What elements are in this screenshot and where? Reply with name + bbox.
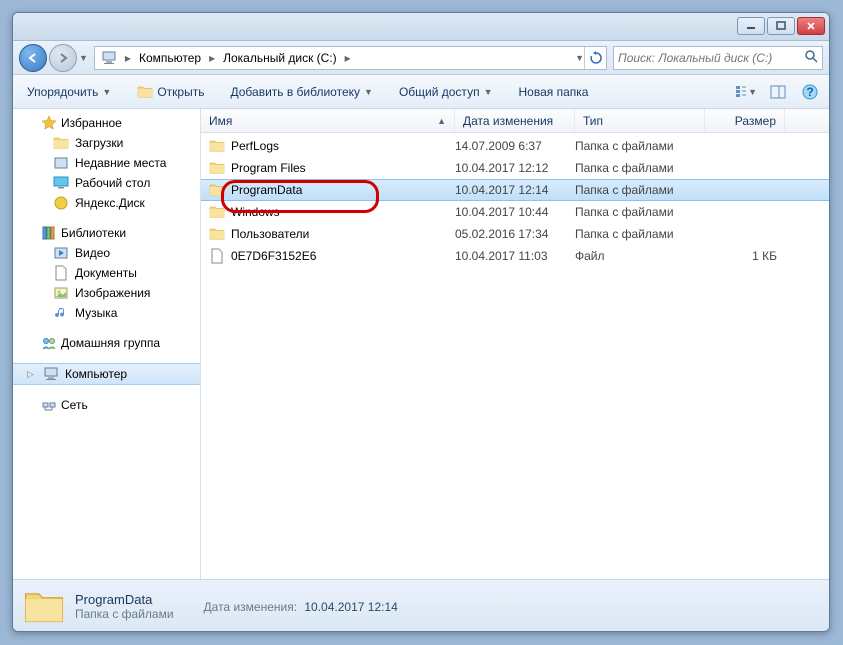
file-name: PerfLogs xyxy=(231,139,279,153)
file-date: 10.04.2017 12:14 xyxy=(455,183,575,197)
view-options-button[interactable]: ▼ xyxy=(735,81,757,103)
file-type: Папка с файлами xyxy=(575,139,705,153)
folder-icon xyxy=(209,226,225,242)
file-date: 14.07.2009 6:37 xyxy=(455,139,575,153)
sidebar-item-documents[interactable]: Документы xyxy=(13,263,200,283)
file-row[interactable]: Пользователи 05.02.2016 17:34Папка с файл… xyxy=(201,223,829,245)
titlebar xyxy=(13,13,829,41)
minimize-button[interactable] xyxy=(737,17,765,35)
search-input[interactable] xyxy=(618,51,804,65)
file-row[interactable]: 0E7D6F3152E6 10.04.2017 11:03Файл1 КБ xyxy=(201,245,829,267)
file-size: 1 КБ xyxy=(705,249,785,263)
folder-icon xyxy=(209,160,225,176)
share-button[interactable]: Общий доступ ▼ xyxy=(393,82,499,102)
breadcrumb-root-icon[interactable] xyxy=(95,47,123,69)
sidebar-item-downloads[interactable]: Загрузки xyxy=(13,133,200,153)
file-name: Windows xyxy=(231,205,280,219)
sidebar-item-video[interactable]: Видео xyxy=(13,243,200,263)
sidebar-item-recent[interactable]: Недавние места xyxy=(13,153,200,173)
refresh-button[interactable] xyxy=(584,47,606,69)
column-header-type[interactable]: Тип xyxy=(575,109,705,132)
details-date-value: 10.04.2017 12:14 xyxy=(304,600,397,614)
search-box[interactable] xyxy=(613,46,823,70)
details-pane: ProgramData Папка с файлами Дата изменен… xyxy=(13,579,829,632)
file-name: Пользователи xyxy=(231,227,309,241)
open-button[interactable]: Открыть xyxy=(131,81,210,103)
add-to-library-button[interactable]: Добавить в библиотеку ▼ xyxy=(224,82,378,102)
file-type: Файл xyxy=(575,249,705,263)
close-button[interactable] xyxy=(797,17,825,35)
column-header-name[interactable]: Имя▲ xyxy=(201,109,455,132)
sidebar: Избранное Загрузки Недавние места Рабочи… xyxy=(13,109,201,579)
new-folder-button[interactable]: Новая папка xyxy=(512,82,594,102)
chevron-right-icon: ▸ xyxy=(343,51,353,65)
file-date: 05.02.2016 17:34 xyxy=(455,227,575,241)
nav-history-dropdown[interactable]: ▼ xyxy=(79,53,88,63)
column-header-row: Имя▲ Дата изменения Тип Размер xyxy=(201,109,829,133)
forward-button[interactable] xyxy=(49,44,77,72)
folder-icon xyxy=(23,586,65,628)
file-icon xyxy=(209,248,225,264)
folder-icon xyxy=(209,204,225,220)
details-date-label: Дата изменения: xyxy=(204,600,298,614)
sidebar-favorites-header[interactable]: Избранное xyxy=(13,113,200,133)
details-name: ProgramData xyxy=(75,592,174,607)
sidebar-item-desktop[interactable]: Рабочий стол xyxy=(13,173,200,193)
breadcrumb-dropdown[interactable]: ▼ xyxy=(575,53,584,63)
search-icon xyxy=(804,49,818,66)
folder-icon xyxy=(209,182,225,198)
file-row[interactable]: PerfLogs 14.07.2009 6:37Папка с файлами xyxy=(201,135,829,157)
breadcrumb[interactable]: ▸ Компьютер ▸ Локальный диск (C:) ▸ ▼ xyxy=(94,46,607,70)
file-type: Папка с файлами xyxy=(575,183,705,197)
file-type: Папка с файлами xyxy=(575,161,705,175)
file-type: Папка с файлами xyxy=(575,227,705,241)
file-type: Папка с файлами xyxy=(575,205,705,219)
file-date: 10.04.2017 10:44 xyxy=(455,205,575,219)
help-button[interactable]: ? xyxy=(799,81,821,103)
folder-icon xyxy=(209,138,225,154)
sidebar-homegroup-header[interactable]: Домашняя группа xyxy=(13,333,200,353)
file-date: 10.04.2017 12:12 xyxy=(455,161,575,175)
details-type: Папка с файлами xyxy=(75,607,174,621)
back-button[interactable] xyxy=(19,44,47,72)
sidebar-item-music[interactable]: Музыка xyxy=(13,303,200,323)
sidebar-item-yandex[interactable]: Яндекс.Диск xyxy=(13,193,200,213)
file-row[interactable]: Windows 10.04.2017 10:44Папка с файлами xyxy=(201,201,829,223)
column-header-date[interactable]: Дата изменения xyxy=(455,109,575,132)
organize-button[interactable]: Упорядочить ▼ xyxy=(21,82,117,102)
chevron-right-icon: ▸ xyxy=(207,51,217,65)
svg-text:?: ? xyxy=(806,85,813,99)
file-name: ProgramData xyxy=(231,183,302,197)
explorer-window: ▼ ▸ Компьютер ▸ Локальный диск (C:) ▸ ▼ … xyxy=(12,12,830,632)
file-list[interactable]: PerfLogs14.07.2009 6:37Папка с файламиPr… xyxy=(201,133,829,579)
file-row[interactable]: ProgramData 10.04.2017 12:14Папка с файла… xyxy=(201,179,829,201)
file-name: 0E7D6F3152E6 xyxy=(231,249,316,263)
maximize-button[interactable] xyxy=(767,17,795,35)
sidebar-libraries-header[interactable]: Библиотеки xyxy=(13,223,200,243)
breadcrumb-item[interactable]: Локальный диск (C:) xyxy=(217,47,343,69)
sidebar-computer-header[interactable]: ▷Компьютер xyxy=(13,363,200,385)
preview-pane-button[interactable] xyxy=(767,81,789,103)
breadcrumb-item[interactable]: Компьютер xyxy=(133,47,207,69)
file-name: Program Files xyxy=(231,161,306,175)
sidebar-item-pictures[interactable]: Изображения xyxy=(13,283,200,303)
file-row[interactable]: Program Files 10.04.2017 12:12Папка с фай… xyxy=(201,157,829,179)
navbar: ▼ ▸ Компьютер ▸ Локальный диск (C:) ▸ ▼ xyxy=(13,41,829,75)
file-date: 10.04.2017 11:03 xyxy=(455,249,575,263)
column-header-size[interactable]: Размер xyxy=(705,109,785,132)
chevron-right-icon: ▸ xyxy=(123,51,133,65)
toolbar: Упорядочить ▼ Открыть Добавить в библиот… xyxy=(13,75,829,109)
content-area: Имя▲ Дата изменения Тип Размер PerfLogs 1… xyxy=(201,109,829,579)
sidebar-network-header[interactable]: Сеть xyxy=(13,395,200,415)
